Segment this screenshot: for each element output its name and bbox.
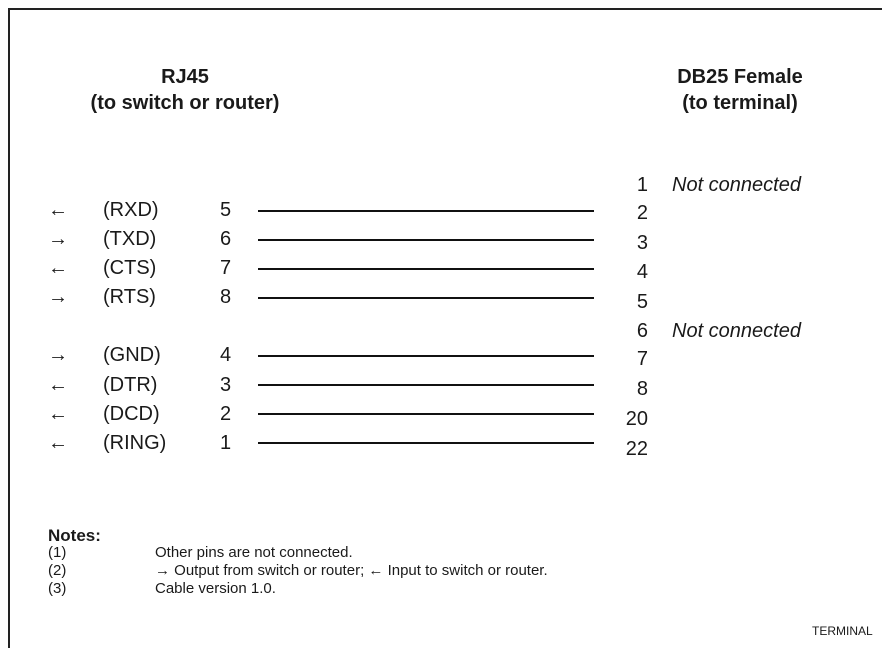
db25-pin: 4 (636, 261, 648, 283)
signal-label: (GND) (103, 344, 161, 366)
signal-label: (DCD) (103, 403, 160, 425)
db25-pin: 8 (636, 378, 648, 400)
rj45-header: RJ45 (to switch or router) (40, 64, 330, 116)
rj45-subtitle: (to switch or router) (90, 92, 280, 114)
db25-pin-note: Not connected (672, 174, 801, 196)
wire-line (258, 268, 594, 270)
db25-pin: 1 (636, 174, 648, 196)
rj45-pin: 6 (220, 228, 232, 250)
signal-label: (RTS) (103, 286, 156, 308)
db25-pin: 2 (636, 202, 648, 224)
note-number: (2) (48, 562, 67, 579)
rj45-pin: 2 (220, 403, 232, 425)
signal-label: (TXD) (103, 228, 157, 250)
db25-pin: 7 (636, 348, 648, 370)
signal-label: (RXD) (103, 199, 159, 221)
rj45-pin: 8 (220, 286, 232, 308)
rj45-pin: 1 (220, 432, 232, 454)
notes-title: Notes: (48, 526, 101, 545)
db25-header: DB25 Female (to terminal) (620, 64, 860, 116)
db25-pin: 6 (636, 320, 648, 342)
figure-tag: TERMINAL (812, 624, 873, 638)
input-arrow-icon: ← (48, 199, 68, 221)
rj45-pin: 5 (220, 199, 232, 221)
note-text: → Output from switch or router; ← Input … (155, 562, 548, 579)
note-number: (3) (48, 580, 67, 597)
db25-pin: 5 (636, 291, 648, 313)
input-arrow-icon: ← (48, 403, 68, 425)
wire-line (258, 297, 594, 299)
signal-label: (CTS) (103, 257, 157, 279)
db25-pin: 22 (625, 438, 648, 460)
note-text: Other pins are not connected. (155, 544, 353, 561)
input-arrow-icon: ← (48, 257, 68, 279)
db25-subtitle: (to terminal) (682, 92, 798, 114)
input-arrow-icon: ← (48, 432, 68, 454)
signal-label: (DTR) (103, 374, 158, 396)
wire-line (258, 442, 594, 444)
wire-line (258, 210, 594, 212)
rj45-pin: 7 (220, 257, 232, 279)
output-arrow-icon: → (48, 228, 68, 250)
db25-title: DB25 Female (677, 66, 803, 88)
note-text: Cable version 1.0. (155, 580, 276, 597)
note-number: (1) (48, 544, 67, 561)
rj45-pin: 3 (220, 374, 232, 396)
rj45-title: RJ45 (161, 66, 209, 88)
db25-pin-note: Not connected (672, 320, 801, 342)
db25-pin: 20 (625, 408, 648, 430)
db25-pin: 3 (636, 232, 648, 254)
output-arrow-icon: → (48, 344, 68, 366)
wire-line (258, 239, 594, 241)
wire-line (258, 413, 594, 415)
wire-line (258, 355, 594, 357)
signal-label: (RING) (103, 432, 167, 454)
input-arrow-icon: ← (48, 374, 68, 396)
output-arrow-icon: → (48, 286, 68, 308)
wire-line (258, 384, 594, 386)
rj45-pin: 4 (220, 344, 232, 366)
